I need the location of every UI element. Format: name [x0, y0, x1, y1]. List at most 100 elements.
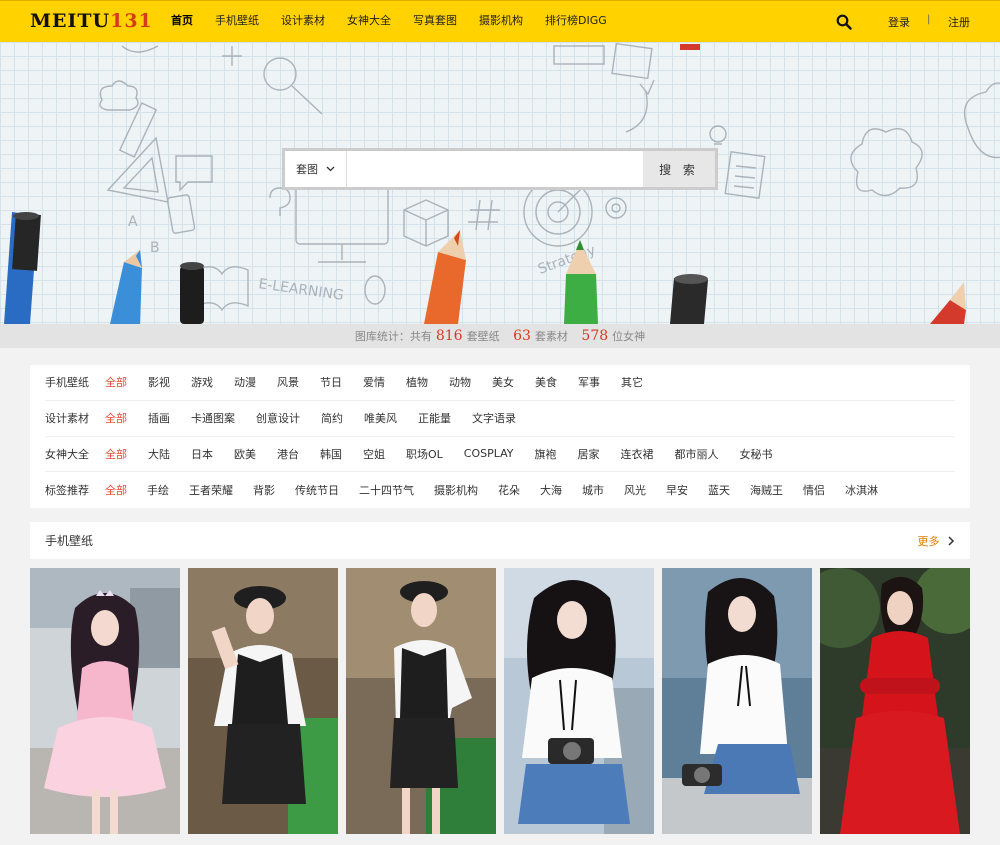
more-link[interactable]: 更多	[918, 533, 956, 549]
filter-tag[interactable]: 早安	[666, 482, 688, 498]
nav-photo-sets[interactable]: 写真套图	[402, 1, 468, 43]
filter-tag[interactable]: 日本	[191, 446, 213, 462]
filter-tag[interactable]: 连衣裙	[621, 446, 654, 462]
search-input[interactable]	[347, 151, 643, 187]
stats-material-count: 63	[513, 328, 531, 344]
filter-row-goddess: 女神大全 全部 大陆 日本 欧美 港台 韩国 空姐 职场OL COSPLAY 旗…	[45, 437, 955, 473]
filter-tag[interactable]: 港台	[277, 446, 299, 462]
svg-text:E-LEARNING: E-LEARNING	[257, 276, 344, 304]
wallpaper-thumbnail[interactable]	[662, 568, 812, 834]
filter-tag[interactable]: 风光	[624, 482, 646, 498]
filter-tag[interactable]: 简约	[321, 410, 343, 426]
chevron-right-icon	[948, 535, 955, 546]
library-stats: 图库统计：共有 816 套壁纸 63 套素材 578 位女神	[0, 324, 1000, 348]
filter-tag[interactable]: 冰淇淋	[845, 482, 878, 498]
filter-tag[interactable]: 军事	[578, 374, 600, 390]
nav-ranking[interactable]: 排行榜DIGG	[534, 1, 618, 43]
pencil-blue	[110, 250, 142, 324]
search-bar: 套图 搜 索	[282, 148, 718, 190]
filter-tag[interactable]: 居家	[578, 446, 600, 462]
nav-goddess[interactable]: 女神大全	[336, 1, 402, 43]
filter-row-wallpaper: 手机壁纸 全部 影视 游戏 动漫 风景 节日 爱情 植物 动物 美女 美食 军事…	[45, 365, 955, 401]
filter-tag[interactable]: 唯美风	[364, 410, 397, 426]
filter-label: 标签推荐	[45, 484, 89, 498]
nav-phone-wallpaper[interactable]: 手机壁纸	[204, 1, 270, 43]
filter-tag[interactable]: 情侣	[803, 482, 825, 498]
filter-tag[interactable]: 文字语录	[472, 410, 516, 426]
filter-tag[interactable]: 二十四节气	[359, 482, 414, 498]
filter-tag[interactable]: 创意设计	[256, 410, 300, 426]
section-title: 手机壁纸	[45, 534, 94, 548]
filter-tag[interactable]: 手绘	[147, 482, 169, 498]
filter-tag[interactable]: 花朵	[498, 482, 520, 498]
filter-tag[interactable]: 传统节日	[295, 482, 339, 498]
wallpaper-thumbnail[interactable]	[820, 568, 970, 834]
marker-pen-left	[4, 212, 41, 324]
hero-banner: A B E-LEARNING Strategy 套图 搜 索	[0, 42, 1000, 324]
filter-tag[interactable]: 植物	[406, 374, 428, 390]
top-navigation-bar: MEITU131 首页 手机壁纸 设计素材 女神大全 写真套图 摄影机构 排行榜…	[0, 0, 1000, 42]
search-type-value: 套图	[296, 163, 318, 176]
filter-tag[interactable]: 欧美	[234, 446, 256, 462]
filter-tag[interactable]: 职场OL	[406, 446, 443, 462]
more-label: 更多	[917, 534, 940, 548]
section-header-wallpaper: 手机壁纸 更多	[30, 522, 970, 559]
register-link[interactable]: 注册	[948, 14, 970, 30]
search-icon[interactable]	[836, 14, 852, 30]
nav-photo-studios[interactable]: 摄影机构	[468, 1, 534, 43]
filter-tag[interactable]: 全部	[105, 410, 127, 426]
auth-separator: |	[927, 14, 931, 25]
nav-design-material[interactable]: 设计素材	[270, 1, 336, 43]
filter-tag[interactable]: 空姐	[363, 446, 385, 462]
login-link[interactable]: 登录	[888, 14, 910, 30]
filter-tag[interactable]: 海贼王	[750, 482, 783, 498]
search-type-select[interactable]: 套图	[285, 151, 347, 187]
filter-tag[interactable]: 大陆	[148, 446, 170, 462]
filter-tag[interactable]: 风景	[277, 374, 299, 390]
search-button[interactable]: 搜 索	[643, 151, 715, 187]
filter-tag[interactable]: 卡通图案	[191, 410, 235, 426]
filter-label: 设计素材	[45, 412, 89, 426]
filter-tag[interactable]: 美食	[535, 374, 557, 390]
filter-tag[interactable]: 影视	[148, 374, 170, 390]
svg-text:B: B	[150, 240, 160, 256]
filter-tag[interactable]: 背影	[253, 482, 275, 498]
filter-tag[interactable]: 爱情	[363, 374, 385, 390]
filter-tag[interactable]: 全部	[105, 446, 127, 462]
filter-tag[interactable]: 插画	[148, 410, 170, 426]
stats-goddess-count: 578	[581, 328, 609, 344]
filter-tag[interactable]: 全部	[105, 374, 127, 390]
filter-tag[interactable]: 蓝天	[708, 482, 730, 498]
filter-tag[interactable]: 城市	[582, 482, 604, 498]
filter-tag[interactable]: 王者荣耀	[189, 482, 233, 498]
filter-tag[interactable]: 其它	[621, 374, 643, 390]
site-logo[interactable]: MEITU131	[30, 10, 153, 32]
filter-label: 手机壁纸	[45, 376, 89, 390]
stats-goddess-unit: 位女神	[612, 330, 646, 343]
wallpaper-thumbnail[interactable]	[30, 568, 180, 834]
filter-tag[interactable]: 美女	[492, 374, 514, 390]
wallpaper-thumbnail[interactable]	[504, 568, 654, 834]
filter-tag[interactable]: 摄影机构	[434, 482, 478, 498]
filter-tag[interactable]: 节日	[320, 374, 342, 390]
nav-home[interactable]: 首页	[160, 1, 204, 43]
filter-tag[interactable]: 动物	[449, 374, 471, 390]
filter-tag[interactable]: 都市丽人	[675, 446, 719, 462]
filter-tag[interactable]: 旗袍	[535, 446, 557, 462]
filter-tag[interactable]: 大海	[540, 482, 562, 498]
filter-tag[interactable]: 韩国	[320, 446, 342, 462]
filter-tag[interactable]: 全部	[105, 482, 127, 498]
filter-row-tags: 标签推荐 全部 手绘 王者荣耀 背影 传统节日 二十四节气 摄影机构 花朵 大海…	[45, 472, 955, 508]
filter-tag[interactable]: 女秘书	[740, 446, 773, 462]
filter-tag[interactable]: 游戏	[191, 374, 213, 390]
filter-tag[interactable]: 正能量	[418, 410, 451, 426]
filter-row-design: 设计素材 全部 插画 卡通图案 创意设计 简约 唯美风 正能量 文字语录	[45, 401, 955, 437]
wallpaper-thumbnail[interactable]	[346, 568, 496, 834]
stats-prefix: 图库统计：共有	[354, 330, 432, 343]
marker-black	[180, 262, 204, 324]
stats-wallpaper-unit: 套壁纸	[466, 330, 500, 343]
filter-tag[interactable]: COSPLAY	[464, 447, 514, 460]
stats-wallpaper-count: 816	[435, 328, 463, 344]
filter-tag[interactable]: 动漫	[234, 374, 256, 390]
wallpaper-thumbnail[interactable]	[188, 568, 338, 834]
